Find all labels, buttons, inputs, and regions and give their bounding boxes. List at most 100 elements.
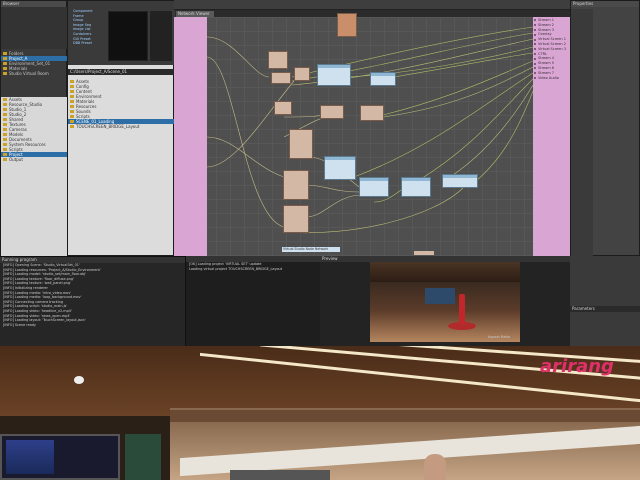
node-a2[interactable]	[271, 72, 291, 84]
node-c1[interactable]	[289, 129, 313, 159]
green-wall-accent	[125, 434, 161, 480]
tree-item[interactable]: Studio Virtual Room	[1, 71, 68, 76]
preview-screen	[425, 288, 455, 304]
wire	[393, 52, 534, 78]
right-panel-title: Properties	[571, 1, 639, 7]
folder-icon	[3, 158, 7, 161]
left-video-wall	[0, 434, 120, 480]
folder-icon	[3, 52, 7, 55]
folder-icon	[3, 113, 7, 116]
folder-icon	[3, 123, 7, 126]
folder-icon	[3, 148, 7, 151]
small-preview	[150, 11, 172, 61]
folder-icon	[3, 67, 7, 70]
node-blue-1[interactable]	[317, 64, 351, 86]
preview-ceiling	[370, 262, 520, 282]
wire	[475, 90, 534, 182]
console-panel: [OK] Loading project 'VIRTUAL SET' updat…	[185, 256, 320, 346]
legend-area: Component Frame Group Image Seq Image List Co…	[68, 1, 175, 65]
folder-icon	[3, 128, 7, 131]
folder-icon	[70, 90, 74, 93]
log-panel: Running program [INFO] Opening Scene: 'S…	[0, 256, 185, 346]
folder-icon	[70, 95, 74, 98]
right-panel-strip	[571, 9, 593, 257]
node-d2[interactable]	[283, 205, 309, 233]
folder-icon	[3, 62, 7, 65]
folder-item[interactable]: Output	[1, 157, 68, 162]
folder-icon	[3, 133, 7, 136]
folder-icon	[70, 125, 74, 128]
preview-render: Aspect Ratio	[370, 262, 520, 342]
video-wall-content	[6, 440, 54, 474]
preview-watermark: Aspect Ratio	[488, 335, 510, 339]
wire	[305, 184, 360, 193]
file-item[interactable]: TOUCHSCREEN_BRIDGE_Layout	[68, 124, 175, 129]
node-blue-5[interactable]	[401, 177, 431, 197]
presenter	[424, 454, 446, 480]
wire	[206, 80, 295, 168]
file-item-label: TOUCHSCREEN_BRIDGE_Layout	[76, 124, 140, 129]
wire	[206, 36, 270, 78]
folder-icon	[70, 110, 74, 113]
node-b3[interactable]	[360, 105, 384, 121]
preview-presenter	[459, 294, 465, 324]
wire	[353, 72, 534, 178]
node-blue-2[interactable]	[370, 72, 396, 86]
node-blue-3[interactable]	[324, 156, 356, 180]
broadcast-photo: arirang	[0, 346, 640, 480]
folder-icon	[3, 138, 7, 141]
wire	[206, 136, 285, 178]
node-editor-canvas[interactable]: Stream 1 Stream 2 Stream 3 Overlay Virtual S…	[174, 13, 570, 256]
folder-icon	[3, 72, 7, 75]
folder-icon	[3, 57, 7, 60]
file-path-bar[interactable]: C:/Users/Project_A/Scene_01	[68, 69, 175, 75]
node-a3[interactable]	[294, 67, 310, 81]
back-screen	[230, 470, 330, 480]
left-browser-panel: Browser Folders Project_A Environment_Set_…	[0, 0, 68, 257]
folder-icon	[3, 143, 7, 146]
folder-icon	[70, 120, 74, 123]
file-list: Assets Config Content Environment Materials R…	[68, 79, 175, 129]
right-lower-footer: Parameters	[570, 306, 640, 312]
folder-icon	[3, 103, 7, 106]
folder-icon	[3, 108, 7, 111]
folder-icon	[3, 98, 7, 101]
balcony-rail	[170, 408, 640, 422]
folder-item-label: Output	[9, 157, 23, 162]
log-line: [INFO] Scene ready	[3, 322, 36, 327]
legend-item: DBB Preset	[73, 41, 92, 46]
node-blue-6[interactable]	[442, 174, 478, 188]
canvas-bottom-marker	[414, 251, 434, 255]
canvas-bottom-tag: Virtual Studio Node Network	[282, 247, 340, 252]
right-lower-panel: Parameters	[570, 256, 640, 346]
node-a1[interactable]	[268, 51, 288, 69]
folder-icon	[70, 100, 74, 103]
folder-icon	[70, 80, 74, 83]
tree-item-label: Studio Virtual Room	[9, 71, 49, 76]
console-line: Loading virtual project TOUCHSCREEN_BRID…	[189, 266, 283, 271]
ceiling-spotlight	[74, 376, 84, 384]
file-path: C:/Users/Project_A/Scene_01	[70, 69, 128, 74]
node-editor-header	[174, 0, 570, 10]
folder-icon	[3, 153, 7, 156]
folder-icon	[70, 115, 74, 118]
node-connections	[206, 26, 534, 233]
wire	[305, 194, 360, 218]
folder-icon	[70, 85, 74, 88]
left-panel-top-area	[1, 7, 68, 49]
node-orange-top[interactable]	[337, 13, 357, 37]
folder-icon	[70, 105, 74, 108]
black-preview	[108, 11, 148, 61]
broadcaster-logo: arirang	[540, 356, 614, 377]
folder-icon	[3, 118, 7, 121]
middle-browser-panel: Component Frame Group Image Seq Image List Co…	[67, 0, 175, 256]
right-properties-panel: Properties	[570, 0, 640, 257]
node-d1[interactable]	[283, 170, 309, 200]
node-b1[interactable]	[274, 101, 292, 115]
node-b2[interactable]	[320, 105, 344, 119]
legend-box: Component Frame Group Image Seq Image List Co…	[70, 9, 100, 59]
folder-tree: Folders Project_A Environment_Set_01 Materi…	[1, 51, 68, 76]
node-blue-4[interactable]	[359, 177, 389, 197]
folder-list: Assets Resource_Studio Studio_1 Studio_2 Sha…	[1, 97, 68, 257]
wire	[441, 84, 534, 183]
